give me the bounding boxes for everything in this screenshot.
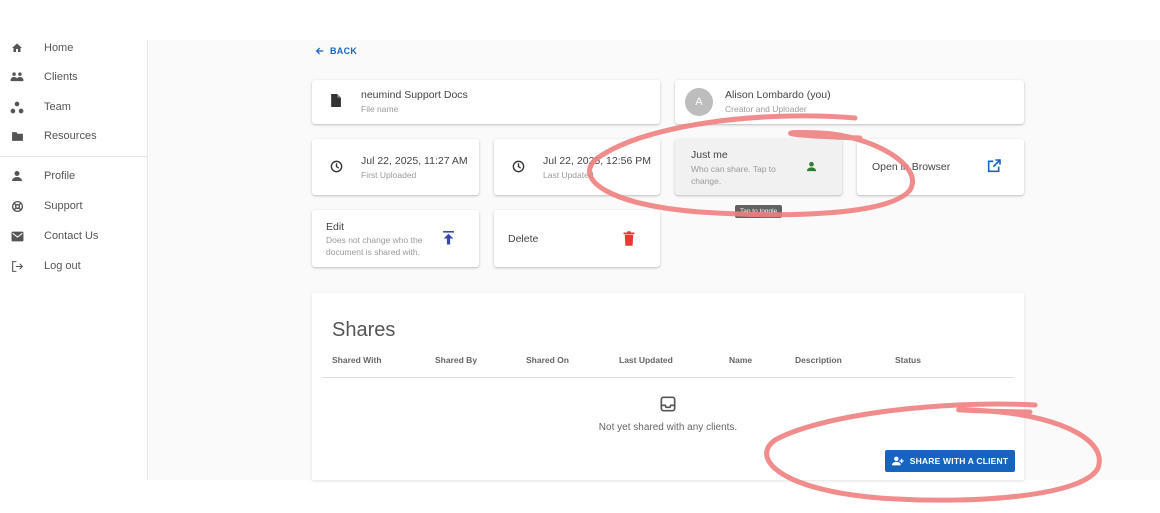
sidebar: Home Clients Team Resources Profile Supp… <box>0 40 148 480</box>
sidebar-item-home[interactable]: Home <box>0 36 148 60</box>
team-icon <box>10 100 24 114</box>
sidebar-item-clients[interactable]: Clients <box>0 65 148 89</box>
shares-title: Shares <box>332 319 396 341</box>
tap-to-toggle-tooltip: Tap to toggle <box>735 205 783 218</box>
column-header: Shared With <box>332 355 382 365</box>
mail-icon <box>10 229 24 243</box>
sidebar-item-support[interactable]: Support <box>0 194 148 218</box>
main-content: BACK neumind Support Docs File name A Al… <box>149 40 1160 480</box>
empty-state-text: Not yet shared with any clients. <box>598 422 738 433</box>
column-header: Shared By <box>435 355 478 365</box>
sidebar-item-resources[interactable]: Resources <box>0 124 148 148</box>
sidebar-item-label: Home <box>44 42 74 54</box>
sidebar-item-label: Support <box>44 200 83 212</box>
open-in-browser-card[interactable]: Open in Browser <box>857 139 1024 195</box>
folder-icon <box>10 129 24 143</box>
person-icon <box>806 161 817 172</box>
sidebar-item-label: Team <box>44 101 71 113</box>
file-name-card: neumind Support Docs File name <box>312 80 660 124</box>
share-button-label: SHARE WITH A CLIENT <box>909 456 1009 466</box>
home-icon <box>10 41 24 55</box>
share-with-client-button[interactable]: SHARE WITH A CLIENT <box>885 450 1015 472</box>
open-in-new-icon <box>986 158 1002 174</box>
column-header: Name <box>729 355 753 365</box>
lifebuoy-icon <box>10 199 24 213</box>
sidebar-item-profile[interactable]: Profile <box>0 164 148 188</box>
edit-title: Edit <box>326 221 345 233</box>
trash-icon <box>623 231 635 246</box>
first-uploaded-card: Jul 22, 2025, 11:27 AM First Uploaded <box>312 139 479 195</box>
creator-card: A Alison Lombardo (you) Creator and Uplo… <box>675 80 1024 124</box>
file-name: neumind Support Docs <box>361 89 468 101</box>
inbox-icon <box>660 396 676 417</box>
column-header: Status <box>895 355 921 365</box>
creator-caption: Creator and Uploader <box>725 104 807 114</box>
upload-icon <box>442 231 455 245</box>
first-uploaded-date: Jul 22, 2025, 11:27 AM <box>361 155 468 167</box>
creator-name: Alison Lombardo (you) <box>725 89 831 101</box>
last-updated-caption: Last Updated <box>543 170 594 180</box>
column-header: Shared On <box>526 355 569 365</box>
column-header: Last Updated <box>619 355 673 365</box>
back-label: BACK <box>330 46 358 56</box>
sidebar-item-label: Resources <box>44 130 97 142</box>
sidebar-item-log-out[interactable]: Log out <box>0 254 148 278</box>
edit-caption: Does not change who the document is shar… <box>326 235 423 257</box>
sidebar-item-contact-us[interactable]: Contact Us <box>0 224 148 248</box>
logout-icon <box>10 259 24 273</box>
table-divider <box>322 377 1014 378</box>
delete-label: Delete <box>508 233 539 245</box>
sidebar-item-team[interactable]: Team <box>0 95 148 119</box>
open-in-browser-label: Open in Browser <box>872 161 951 173</box>
last-updated-card: Jul 22, 2025, 12:56 PM Last Updated <box>494 139 660 195</box>
document-icon <box>330 94 341 107</box>
delete-card[interactable]: Delete <box>494 210 660 267</box>
edit-card[interactable]: Edit Does not change who the document is… <box>312 210 479 267</box>
column-header: Description <box>795 355 842 365</box>
shares-panel: Shares Shared With Shared By Shared On L… <box>312 293 1024 480</box>
app-root: Home Clients Team Resources Profile Supp… <box>0 40 1160 480</box>
sidebar-item-label: Clients <box>44 71 78 83</box>
sharing-caption: Who can share. Tap to change. <box>691 164 776 186</box>
sidebar-divider <box>0 156 148 157</box>
sidebar-item-label: Log out <box>44 260 81 272</box>
arrow-back-icon <box>315 47 324 55</box>
first-uploaded-caption: First Uploaded <box>361 170 417 180</box>
file-name-caption: File name <box>361 104 399 114</box>
avatar: A <box>685 88 713 116</box>
clock-icon <box>512 160 525 173</box>
back-button[interactable]: BACK <box>315 46 357 56</box>
last-updated-date: Jul 22, 2025, 12:56 PM <box>543 155 651 167</box>
sidebar-item-label: Contact Us <box>44 230 99 242</box>
clock-icon <box>330 160 343 173</box>
add-person-icon <box>891 456 904 466</box>
sharing-title: Just me <box>691 149 728 161</box>
person-icon <box>10 169 24 183</box>
sharing-toggle-card[interactable]: Just me Who can share. Tap to change. <box>675 139 842 195</box>
sidebar-item-label: Profile <box>44 170 76 182</box>
group-icon <box>10 70 24 84</box>
